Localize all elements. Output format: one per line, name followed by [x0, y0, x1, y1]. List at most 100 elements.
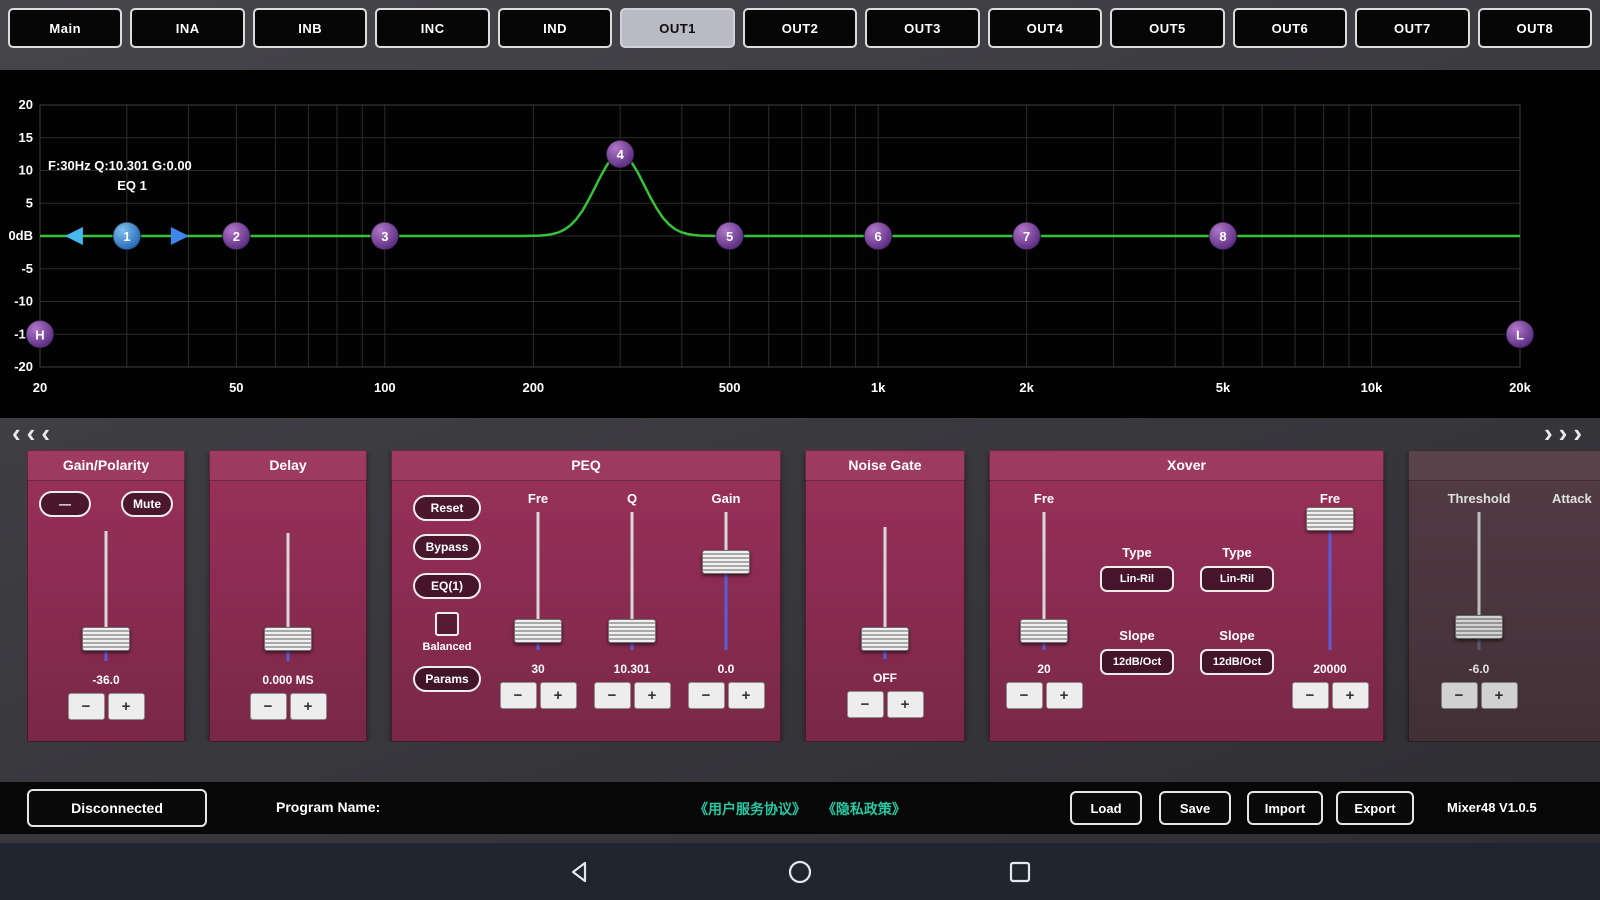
- peq-gain-slider[interactable]: [702, 512, 750, 650]
- xover-hpf-plus-button[interactable]: +: [1046, 682, 1083, 709]
- tab-ina[interactable]: INA: [130, 8, 244, 48]
- peq-balanced-checkbox[interactable]: [435, 612, 459, 636]
- xover-lpf-slope-button[interactable]: 12dB/Oct: [1200, 649, 1274, 675]
- panel-title: Delay: [209, 450, 367, 481]
- panel-title: [1408, 450, 1600, 481]
- eq-node-7[interactable]: 7: [1013, 222, 1041, 250]
- xover-hpf-minus-button[interactable]: −: [1006, 682, 1043, 709]
- tab-out2[interactable]: OUT2: [743, 8, 857, 48]
- svg-text:H: H: [35, 327, 44, 342]
- limiter-threshold-plus-button[interactable]: +: [1481, 682, 1518, 709]
- eq-node-4[interactable]: 4: [606, 140, 634, 168]
- peq-eq-select-button[interactable]: EQ(1): [413, 573, 481, 599]
- eq-graph-svg[interactable]: 20151050dB-5-10-15-2020501002005001k2k5k…: [0, 70, 1600, 418]
- limiter-threshold-minus-button[interactable]: −: [1441, 682, 1478, 709]
- noise-gate-plus-button[interactable]: +: [887, 691, 924, 718]
- peq-gain-minus-button[interactable]: −: [688, 682, 725, 709]
- peq-fre-plus-button[interactable]: +: [540, 682, 577, 709]
- svg-text:5: 5: [726, 229, 733, 244]
- save-button[interactable]: Save: [1159, 791, 1231, 825]
- load-button[interactable]: Load: [1070, 791, 1142, 825]
- eq-node-6[interactable]: 6: [864, 222, 892, 250]
- xover-lpf-plus-button[interactable]: +: [1332, 682, 1369, 709]
- delay-minus-button[interactable]: −: [250, 693, 287, 720]
- user-agreement-link[interactable]: 《用户服务协议》: [694, 801, 806, 817]
- home-icon[interactable]: [787, 859, 813, 885]
- xover-hpf-type-label: Type: [1122, 545, 1151, 560]
- tab-out7[interactable]: OUT7: [1355, 8, 1469, 48]
- privacy-policy-link[interactable]: 《隐私政策》: [822, 801, 906, 817]
- tab-out4[interactable]: OUT4: [988, 8, 1102, 48]
- tab-out3[interactable]: OUT3: [865, 8, 979, 48]
- node-left-arrow[interactable]: [65, 227, 83, 245]
- import-button[interactable]: Import: [1247, 791, 1323, 825]
- recents-icon[interactable]: [1007, 859, 1033, 885]
- peq-params-button[interactable]: Params: [413, 666, 481, 692]
- eq-node-3[interactable]: 3: [371, 222, 399, 250]
- noise-gate-value: OFF: [805, 671, 965, 685]
- svg-text:6: 6: [875, 229, 882, 244]
- peq-q-value: 10.301: [614, 662, 651, 676]
- eq-node-1[interactable]: 1: [113, 222, 141, 250]
- svg-text:3: 3: [381, 229, 388, 244]
- peq-q-plus-button[interactable]: +: [634, 682, 671, 709]
- peq-gain-plus-button[interactable]: +: [728, 682, 765, 709]
- limiter-threshold-label: Threshold: [1448, 491, 1511, 506]
- xover-lpf-minus-button[interactable]: −: [1292, 682, 1329, 709]
- eq-node-H[interactable]: H: [26, 320, 54, 348]
- gain-plus-button[interactable]: +: [108, 693, 145, 720]
- y-tick: -20: [14, 359, 33, 374]
- panels-scroll-left[interactable]: ‹‹‹: [12, 420, 56, 446]
- tab-main[interactable]: Main: [8, 8, 122, 48]
- x-tick: 200: [522, 380, 544, 395]
- panel-noise-gate: Noise Gate OFF − +: [805, 450, 965, 742]
- x-tick: 50: [229, 380, 243, 395]
- peq-bypass-button[interactable]: Bypass: [413, 534, 481, 560]
- limiter-threshold-slider[interactable]: [1455, 512, 1503, 650]
- peq-q-minus-button[interactable]: −: [594, 682, 631, 709]
- polarity-button[interactable]: —: [39, 491, 91, 517]
- back-icon[interactable]: [567, 859, 593, 885]
- eq-node-8[interactable]: 8: [1209, 222, 1237, 250]
- panel-title: Gain/Polarity: [27, 450, 185, 481]
- mute-button[interactable]: Mute: [121, 491, 173, 517]
- peq-fre-minus-button[interactable]: −: [500, 682, 537, 709]
- xover-hpf-slope-button[interactable]: 12dB/Oct: [1100, 649, 1174, 675]
- x-tick: 5k: [1216, 380, 1231, 395]
- gain-minus-button[interactable]: −: [68, 693, 105, 720]
- noise-gate-slider[interactable]: [861, 527, 909, 659]
- delay-plus-button[interactable]: +: [290, 693, 327, 720]
- xover-hpf-type-button[interactable]: Lin-Ril: [1100, 566, 1174, 592]
- tab-out1[interactable]: OUT1: [620, 8, 734, 48]
- x-tick: 10k: [1361, 380, 1383, 395]
- version-text: Mixer48 V1.0.5: [1447, 800, 1537, 815]
- tab-out5[interactable]: OUT5: [1110, 8, 1224, 48]
- tab-ind[interactable]: IND: [498, 8, 612, 48]
- eq-node-2[interactable]: 2: [222, 222, 250, 250]
- x-tick: 20k: [1509, 380, 1531, 395]
- delay-slider[interactable]: [264, 533, 312, 661]
- peq-reset-button[interactable]: Reset: [413, 495, 481, 521]
- eq-node-L[interactable]: L: [1506, 320, 1534, 348]
- eq-graph[interactable]: 20151050dB-5-10-15-2020501002005001k2k5k…: [0, 70, 1600, 418]
- tab-inb[interactable]: INB: [253, 8, 367, 48]
- peq-gain-label: Gain: [712, 491, 741, 506]
- xover-hpf-fre-label: Fre: [1034, 491, 1054, 506]
- tab-out6[interactable]: OUT6: [1233, 8, 1347, 48]
- svg-text:8: 8: [1219, 229, 1226, 244]
- xover-lpf-type-button[interactable]: Lin-Ril: [1200, 566, 1274, 592]
- node-right-arrow[interactable]: [171, 227, 189, 245]
- xover-lpf-slope-label: Slope: [1219, 628, 1254, 643]
- peq-q-slider[interactable]: [608, 512, 656, 650]
- gain-slider[interactable]: [82, 531, 130, 661]
- peq-fre-slider[interactable]: [514, 512, 562, 650]
- tab-out8[interactable]: OUT8: [1478, 8, 1592, 48]
- xover-hpf-slider[interactable]: [1020, 512, 1068, 650]
- eq-node-5[interactable]: 5: [716, 222, 744, 250]
- svg-text:7: 7: [1023, 229, 1030, 244]
- xover-lpf-slider[interactable]: [1306, 512, 1354, 650]
- tab-inc[interactable]: INC: [375, 8, 489, 48]
- panels-scroll-right[interactable]: ›››: [1544, 420, 1588, 446]
- export-button[interactable]: Export: [1336, 791, 1414, 825]
- noise-gate-minus-button[interactable]: −: [847, 691, 884, 718]
